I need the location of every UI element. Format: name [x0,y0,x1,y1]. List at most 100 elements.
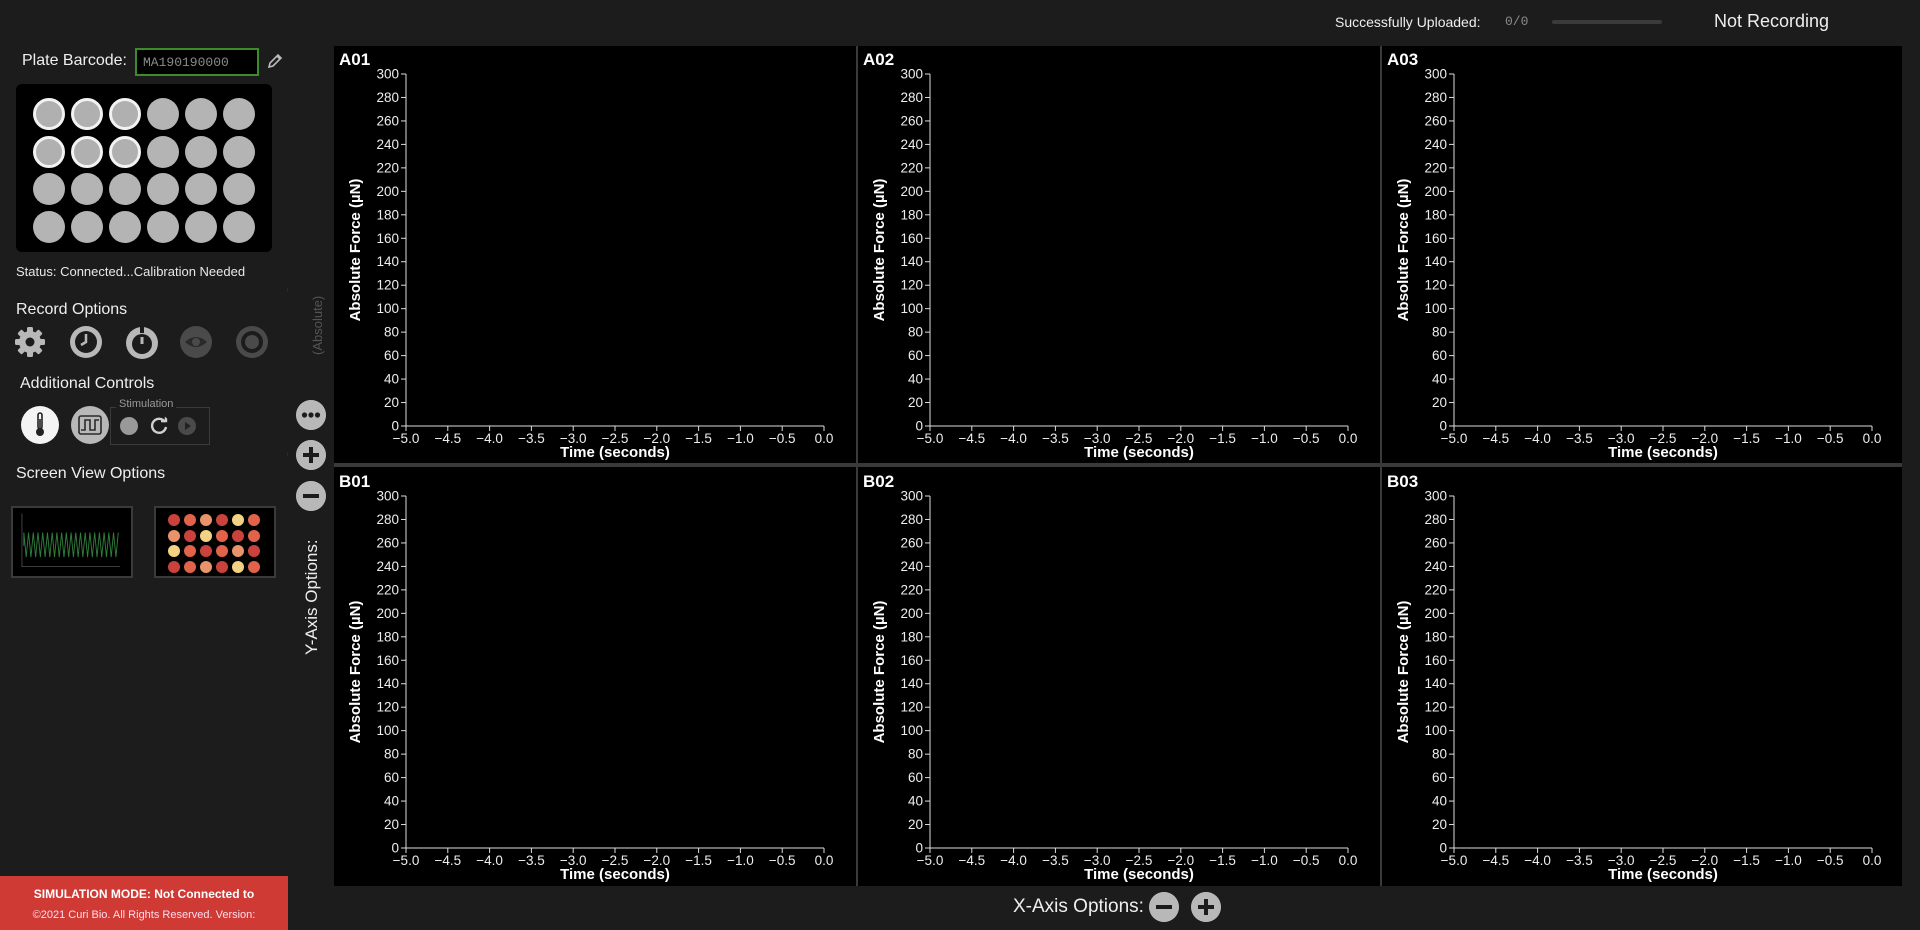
heatmap-view-thumbnail[interactable] [154,506,276,578]
well-d3[interactable] [109,210,141,243]
x-tick-label: −1.5 [1209,431,1236,446]
barcode-input[interactable] [135,48,259,76]
well-b5[interactable] [185,135,217,168]
gear-icon[interactable] [12,324,48,360]
x-tick-label: 0.0 [1863,853,1882,868]
y-tick-label: 260 [1424,535,1447,550]
well-c3[interactable] [109,173,141,205]
well-d6[interactable] [223,210,255,243]
x-tick-label: −4.0 [476,853,503,868]
well-b1[interactable] [33,135,65,168]
x-zoom-out-icon[interactable] [1149,892,1179,922]
y-tick-label: 300 [1424,489,1447,504]
well-a2[interactable] [71,98,103,130]
well-a1[interactable] [33,98,65,130]
y-tick-label: 280 [376,90,399,105]
record-options-title: Record Options [16,301,128,318]
well-b4[interactable] [147,135,179,168]
y-tick-label: 280 [900,90,923,105]
well-b2[interactable] [71,135,103,168]
y-tick-label: 80 [908,325,923,340]
plot-col-divider [1380,46,1382,886]
heatmap-well [184,514,196,526]
x-tick-label: 0.0 [1863,431,1882,446]
y-tick-label: 100 [1424,723,1447,738]
y-zoom-out-icon[interactable] [296,481,326,511]
y-tick-label: 80 [384,325,399,340]
well-a6[interactable] [223,98,255,130]
y-tick-label: 40 [1432,794,1447,809]
heatmap-well [232,560,244,573]
y-tick-label: 140 [900,676,923,691]
y-tick-label: 240 [1424,559,1447,574]
y-tick-label: 260 [376,535,399,550]
y-tick-label: 220 [376,160,399,175]
y-axis-label: Absolute Force (µN) [347,601,364,744]
heatmap-well [216,514,228,526]
well-c1[interactable] [33,173,65,205]
timer-icon[interactable] [124,324,160,360]
thermometer-icon[interactable] [20,405,60,445]
well-d5[interactable] [185,210,217,243]
y-tick-label: 220 [376,582,399,597]
well-d1[interactable] [33,210,65,243]
y-tick-label: 200 [1424,606,1447,621]
copyright-text: ©2021 Curi Bio. All Rights Reserved. Ver… [32,909,256,921]
y-tick-label: 120 [1424,700,1447,715]
well-b3[interactable] [109,135,141,168]
x-tick-label: −1.0 [727,431,754,446]
x-tick-label: −1.5 [1209,853,1236,868]
clock-icon[interactable] [68,324,104,360]
x-tick-label: −5.0 [917,853,944,868]
y-tick-label: 20 [1432,395,1447,410]
y-tick-label: 260 [900,535,923,550]
y-tick-label: 200 [900,606,923,621]
y-axis-mode: (Absolute) [310,295,325,355]
well-a4[interactable] [147,98,179,130]
y-tick-label: 100 [900,301,923,316]
x-axis-label: Time (seconds) [1608,866,1718,883]
play-icon[interactable] [177,416,197,436]
waveform-view-thumbnail[interactable] [11,506,133,578]
y-tick-label: 280 [900,512,923,527]
x-tick-label: −1.0 [1775,431,1802,446]
y-axis-options-title: Y-Axis Options: [302,539,321,655]
upload-label: Successfully Uploaded: [1335,14,1481,30]
well-c5[interactable] [185,173,217,205]
well-c2[interactable] [71,173,103,205]
y-tick-label: 140 [1424,254,1447,269]
record-icon[interactable] [234,324,270,360]
x-zoom-in-icon[interactable] [1191,892,1221,922]
plate-wells [16,84,272,252]
well-a3[interactable] [109,98,141,130]
x-tick-label: −1.0 [1251,431,1278,446]
well-c4[interactable] [147,173,179,205]
eye-icon[interactable] [178,324,214,360]
y-axis-label: Absolute Force (µN) [871,179,888,322]
well-a5[interactable] [185,98,217,130]
x-axis-label: Time (seconds) [1084,866,1194,883]
x-tick-label: −4.5 [958,431,985,446]
well-d4[interactable] [147,210,179,243]
y-axis-label: Absolute Force (µN) [347,179,364,322]
pencil-icon[interactable] [266,52,284,70]
well-b6[interactable] [223,135,255,168]
y-tick-label: 300 [376,67,399,82]
y-zoom-in-icon[interactable] [296,440,326,470]
y-tick-label: 280 [1424,90,1447,105]
additional-controls-title: Additional Controls [20,375,155,392]
refresh-icon[interactable] [148,415,170,437]
well-c6[interactable] [223,173,255,205]
x-tick-label: −1.5 [685,431,712,446]
y-tick-label: 120 [900,700,923,715]
well-d2[interactable] [71,210,103,243]
simulation-mode-text: SIMULATION MODE: Not Connected to [33,887,255,901]
x-axis-options-title: X-Axis Options: [1013,896,1144,917]
more-options-icon[interactable] [296,400,326,430]
waveform-icon[interactable] [70,405,110,445]
y-tick-label: 100 [376,301,399,316]
y-tick-label: 180 [900,629,923,644]
x-axis-label: Time (seconds) [1608,444,1718,461]
x-tick-label: −3.5 [1566,431,1593,446]
x-tick-label: −0.5 [1817,853,1844,868]
